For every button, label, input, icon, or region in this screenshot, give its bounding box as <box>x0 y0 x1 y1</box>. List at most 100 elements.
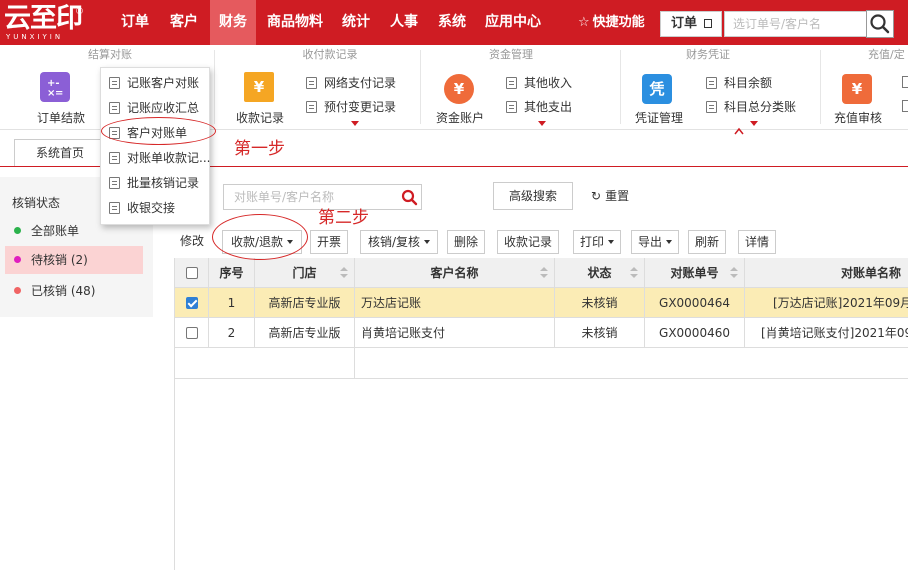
edit-button[interactable]: 修改 <box>174 230 210 254</box>
nav-item-finance[interactable]: 财务 <box>210 0 256 45</box>
tab-home[interactable]: 系统首页 <box>14 139 106 167</box>
delete-button[interactable]: 删除 <box>447 230 485 254</box>
recharge-review-button[interactable]: 充值审核 <box>830 109 886 126</box>
chevron-down-icon[interactable] <box>538 121 546 126</box>
row-checkbox[interactable] <box>186 327 198 339</box>
select-all-checkbox[interactable] <box>186 267 198 279</box>
quick-functions-button[interactable]: ☆ 快捷功能 <box>578 0 645 45</box>
sort-icon[interactable] <box>630 267 638 279</box>
column-header-customer-label: 客户名称 <box>430 266 479 280</box>
statement-table: 序号 门店 客户名称 状态 对账单号 对账单名称 1 高新店专业版 万达店记账 … <box>174 258 908 570</box>
row-checkbox[interactable] <box>186 297 198 309</box>
recharge-icon: ¥ <box>842 74 872 104</box>
chevron-down-icon[interactable] <box>750 121 758 126</box>
cell-bill-name: [肖黄培记账支付]2021年09, <box>761 326 908 340</box>
general-ledger-link[interactable]: 科目总分类账 <box>706 98 796 116</box>
column-header-status[interactable]: 状态 <box>555 258 645 288</box>
document-icon <box>902 76 908 88</box>
sort-icon[interactable] <box>340 267 348 279</box>
document-icon <box>306 101 317 113</box>
prepay-change-records-label: 预付变更记录 <box>324 100 397 114</box>
nav-item-materials[interactable]: 商品物料 <box>260 0 330 45</box>
prepay-change-records-link[interactable]: 预付变更记录 <box>306 98 396 116</box>
nav-item-orders[interactable]: 订单 <box>112 0 158 45</box>
network-payment-records-label: 网络支付记录 <box>324 76 397 90</box>
reset-button[interactable]: ↻ 重置 <box>591 182 629 210</box>
order-search-input[interactable]: 选订单号/客户名 <box>724 11 867 37</box>
search-type-select[interactable]: 订单 <box>660 11 722 37</box>
voucher-management-button[interactable]: 凭证管理 <box>630 109 688 126</box>
logo-subtitle: YUNXIYIN <box>6 33 64 41</box>
menu-item-statement-receipts[interactable]: 对账单收款记... <box>109 147 210 169</box>
nav-item-hr[interactable]: 人事 <box>384 0 424 45</box>
order-settlement-button[interactable]: 订单结款 <box>28 109 94 126</box>
cell-store: 高新店专业版 <box>255 318 355 348</box>
column-divider <box>354 348 355 378</box>
statement-search-input[interactable]: 对账单号/客户名称 <box>223 184 399 210</box>
writeoff-review-label: 核销/复核 <box>367 235 421 249</box>
table-row[interactable]: 2 高新店专业版 肖黄培记账支付 未核销 GX0000460 [肖黄培记账支付]… <box>175 318 908 348</box>
document-icon <box>109 202 120 214</box>
document-icon <box>902 100 908 112</box>
advanced-search-button[interactable]: 高级搜索 <box>493 182 573 210</box>
details-button[interactable]: 详情 <box>738 230 776 254</box>
general-ledger-label: 科目总分类账 <box>724 100 797 114</box>
receipt-icon: ¥ <box>244 72 274 102</box>
document-icon <box>506 101 517 113</box>
column-header-bill-no-label: 对账单号 <box>670 266 719 280</box>
column-header-customer[interactable]: 客户名称 <box>355 258 555 288</box>
other-income-link[interactable]: 其他收入 <box>506 74 572 92</box>
export-button[interactable]: 导出 <box>631 230 679 254</box>
collapse-ribbon-icon[interactable] <box>734 124 744 135</box>
menu-item-receivable-summary[interactable]: 记账应收汇总 <box>109 97 199 119</box>
annotation-circle-step-2 <box>212 214 308 260</box>
menu-item-label: 批量核销记录 <box>127 176 200 190</box>
account-balance-link[interactable]: 科目余额 <box>706 74 772 92</box>
logo-brand: 云至印 <box>4 3 83 34</box>
status-filter-done[interactable]: 已核销 (48) <box>0 277 143 305</box>
nav-item-app-center[interactable]: 应用中心 <box>480 0 546 45</box>
print-button[interactable]: 打印 <box>573 230 621 254</box>
green-dot-icon <box>14 227 21 234</box>
menu-item-batch-writeoff[interactable]: 批量核销记录 <box>109 172 199 194</box>
document-icon <box>109 152 120 164</box>
row-select-cell[interactable] <box>175 318 209 348</box>
cell-customer: 万达店记账 <box>355 288 555 318</box>
fund-accounts-button[interactable]: 资金账户 <box>430 109 490 126</box>
status-filter-done-label: 已核销 (48) <box>31 284 96 298</box>
other-expense-link[interactable]: 其他支出 <box>506 98 572 116</box>
search-icon <box>870 14 890 34</box>
column-header-no: 序号 <box>209 258 255 288</box>
invoice-button[interactable]: 开票 <box>310 230 348 254</box>
cell-bill-no: GX0000464 <box>645 288 745 318</box>
table-row[interactable]: 1 高新店专业版 万达店记账 未核销 GX0000464 [万达店记账]2021… <box>175 288 908 318</box>
nav-item-system[interactable]: 系统 <box>432 0 472 45</box>
menu-item-credit-reconcile[interactable]: 记账客户对账 <box>109 72 199 94</box>
column-header-bill-no[interactable]: 对账单号 <box>645 258 745 288</box>
row-select-cell[interactable] <box>175 288 209 318</box>
sort-icon[interactable] <box>540 267 548 279</box>
writeoff-review-button[interactable]: 核销/复核 <box>360 230 438 254</box>
cell-status: 未核销 <box>555 318 645 348</box>
sort-icon[interactable] <box>730 267 738 279</box>
cell-no: 1 <box>209 288 255 318</box>
menu-item-cashier-handover[interactable]: 收银交接 <box>109 197 175 219</box>
cell-status: 未核销 <box>555 288 645 318</box>
status-filter-pending[interactable]: 待核销 (2) <box>5 246 143 274</box>
statement-search-button[interactable] <box>398 184 422 210</box>
receipt-records-button[interactable]: 收款记录 <box>230 109 290 126</box>
receipt-records-toolbar-button[interactable]: 收款记录 <box>497 230 559 254</box>
document-icon <box>109 77 120 89</box>
nav-item-statistics[interactable]: 统计 <box>336 0 376 45</box>
column-header-store[interactable]: 门店 <box>255 258 355 288</box>
network-payment-records-link[interactable]: 网络支付记录 <box>306 74 396 92</box>
menu-item-label: 收银交接 <box>127 201 176 215</box>
order-search-button[interactable] <box>866 10 894 38</box>
refresh-button[interactable]: 刷新 <box>688 230 726 254</box>
chevron-down-icon[interactable] <box>351 121 359 126</box>
nav-item-customers[interactable]: 客户 <box>162 0 206 45</box>
annotation-step-1: 第一步 <box>234 139 285 159</box>
fund-icon: ¥ <box>444 74 474 104</box>
header-select-all[interactable] <box>175 258 209 288</box>
annotation-circle-step-1 <box>101 117 216 145</box>
